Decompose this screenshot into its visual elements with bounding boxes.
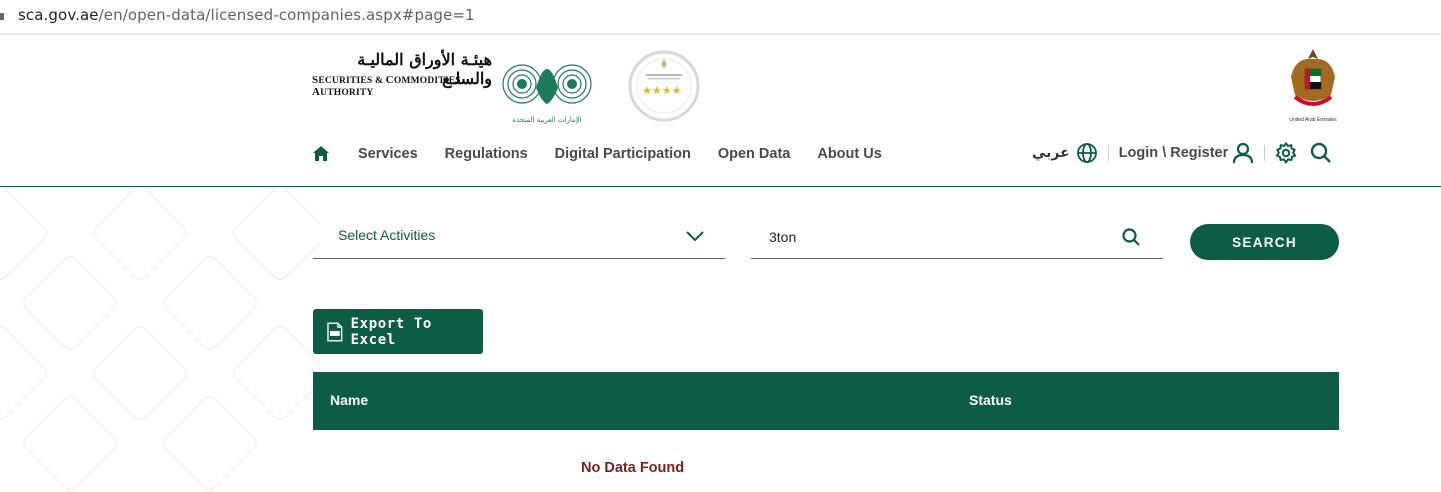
nav-item-open-data[interactable]: Open Data — [718, 146, 791, 162]
gear-icon[interactable] — [1275, 142, 1297, 164]
user-icon[interactable] — [1232, 142, 1254, 164]
search-input[interactable] — [769, 229, 1109, 245]
search-icon[interactable] — [1309, 142, 1333, 164]
login-register-link[interactable]: Login \ Register — [1119, 145, 1229, 161]
activities-select[interactable]: Select Activities — [313, 215, 725, 259]
nav-item-regulations[interactable]: Regulations — [445, 146, 528, 162]
export-label: Export To Excel — [350, 315, 432, 348]
divider — [1107, 145, 1109, 161]
excel-file-icon — [327, 322, 343, 341]
chevron-down-icon — [686, 231, 704, 242]
results-table-header: Name Status — [313, 372, 1339, 430]
nav-item-digital-participation[interactable]: Digital Participation — [555, 146, 691, 162]
divider — [1264, 145, 1266, 161]
main-navigation: Services Regulations Digital Participati… — [312, 142, 909, 166]
activities-select-label: Select Activities — [338, 227, 436, 243]
uae-emblem-icon: United Arab Emirates — [1289, 49, 1337, 123]
export-to-excel-button[interactable]: Export To Excel — [313, 309, 483, 354]
award-badge-icon: ★★★★ — [628, 50, 700, 122]
nav-item-services[interactable]: Services — [358, 146, 418, 162]
emblem-caption: الإمارات العربية المتحدة — [512, 116, 581, 124]
home-icon[interactable] — [312, 145, 330, 163]
search-field — [751, 215, 1163, 259]
sca-emblem-icon: الإمارات العربية المتحدة — [502, 64, 592, 124]
column-header-status[interactable]: Status — [969, 392, 1012, 408]
uae-caption: United Arab Emirates — [1289, 117, 1337, 123]
column-header-name[interactable]: Name — [330, 392, 368, 408]
svg-text:★★★★: ★★★★ — [642, 84, 682, 97]
address-bar[interactable]: sca.gov.ae/en/open-data/licensed-compani… — [0, 0, 1441, 30]
utility-navigation: عربي Login \ Register — [1032, 139, 1333, 167]
empty-state-message: No Data Found — [581, 460, 685, 476]
lock-icon — [0, 8, 10, 22]
sca-logo[interactable]: هيئـة الأوراق الماليـة والسلـع SECURITIE… — [312, 50, 592, 124]
url-text[interactable]: sca.gov.ae/en/open-data/licensed-compani… — [18, 6, 475, 24]
background-pattern — [0, 188, 320, 490]
globe-icon[interactable] — [1076, 142, 1098, 164]
search-icon[interactable] — [1121, 227, 1141, 247]
nav-item-about-us[interactable]: About Us — [817, 146, 881, 162]
site-header: هيئـة الأوراق الماليـة والسلـع SECURITIE… — [0, 35, 1441, 187]
search-button[interactable]: SEARCH — [1190, 224, 1339, 260]
language-switch[interactable]: عربي — [1032, 145, 1070, 161]
logo-english-text: SECURITIES & COMMODITIES AUTHORITY — [312, 74, 461, 98]
